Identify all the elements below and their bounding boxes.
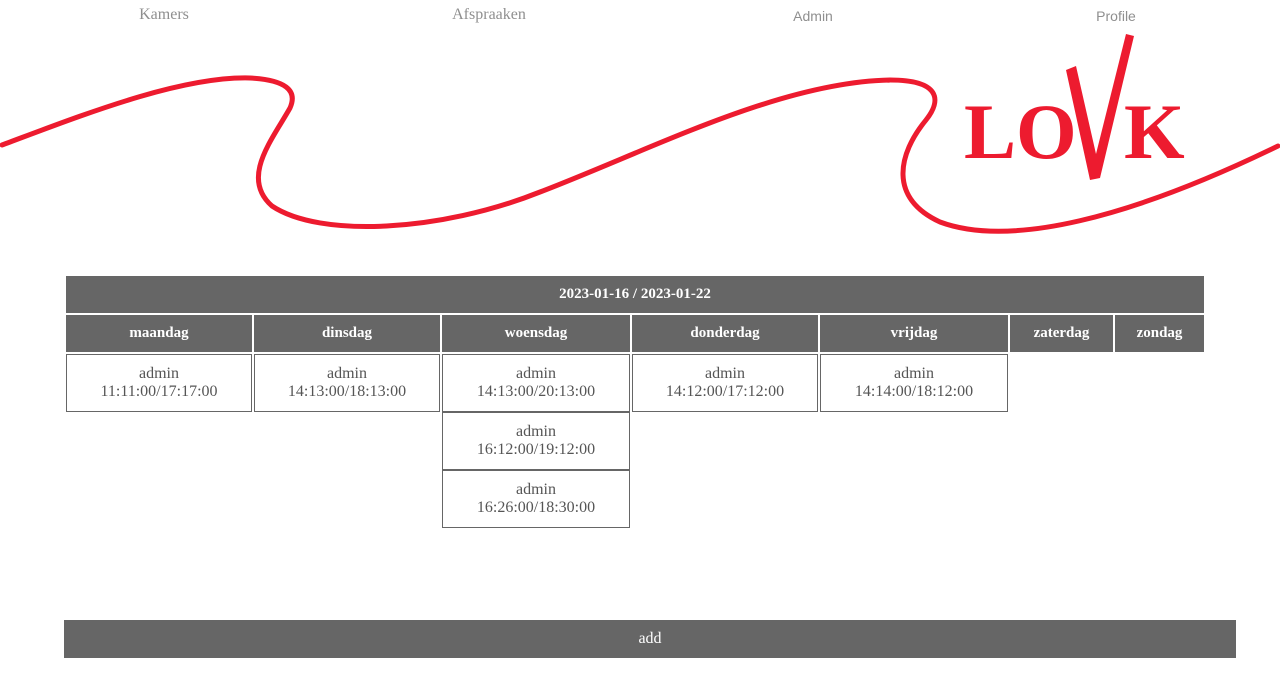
slot-time: 14:13:00/18:13:00 [287, 383, 407, 400]
day-header-woensdag: woensdag [442, 315, 630, 352]
logo-text-k: K [1124, 88, 1185, 175]
day-header-zondag: zondag [1115, 315, 1204, 352]
day-column-woensdag: admin 14:13:00/20:13:00 admin 16:12:00/1… [442, 354, 630, 528]
slot-time: 14:12:00/17:12:00 [665, 383, 785, 400]
day-column-vrijdag: admin 14:14:00/18:12:00 [820, 354, 1008, 528]
appointment-slot[interactable]: admin 14:14:00/18:12:00 [820, 354, 1008, 412]
day-column-zaterdag [1010, 354, 1113, 528]
appointment-slot[interactable]: admin 16:26:00/18:30:00 [442, 470, 630, 528]
day-column-donderdag: admin 14:12:00/17:12:00 [632, 354, 818, 528]
slot-time: 11:11:00/17:17:00 [100, 383, 218, 400]
day-column-dinsdag: admin 14:13:00/18:13:00 [254, 354, 440, 528]
day-header-zaterdag: zaterdag [1010, 315, 1113, 352]
slot-time: 16:12:00/19:12:00 [476, 441, 596, 458]
slot-user: admin [139, 365, 179, 382]
appointment-slot[interactable]: admin 16:12:00/19:12:00 [442, 412, 630, 470]
slot-user: admin [327, 365, 367, 382]
nav-link-profile[interactable]: Profile [1096, 8, 1136, 24]
appointment-slot[interactable]: admin 14:12:00/17:12:00 [632, 354, 818, 412]
appointment-slot[interactable]: admin 14:13:00/18:13:00 [254, 354, 440, 412]
appointment-slot[interactable]: admin 11:11:00/17:17:00 [66, 354, 252, 412]
slot-user: admin [516, 423, 556, 440]
day-header-donderdag: donderdag [632, 315, 818, 352]
slot-time: 14:13:00/20:13:00 [476, 383, 596, 400]
day-header-maandag: maandag [66, 315, 252, 352]
day-header-dinsdag: dinsdag [254, 315, 440, 352]
week-range-header: 2023-01-16 / 2023-01-22 [66, 276, 1204, 313]
day-header-row: maandag dinsdag woensdag donderdag vrijd… [66, 315, 1204, 352]
lovk-logo: LO K [964, 34, 1185, 180]
slot-time: 14:14:00/18:12:00 [854, 383, 974, 400]
schedule-body-row: admin 11:11:00/17:17:00 admin 14:13:00/1… [66, 354, 1204, 528]
nav-link-kamers[interactable]: Kamers [139, 6, 189, 24]
appointment-slot[interactable]: admin 14:13:00/20:13:00 [442, 354, 630, 412]
nav-link-admin[interactable]: Admin [793, 8, 833, 24]
day-header-vrijdag: vrijdag [820, 315, 1008, 352]
header-banner: LO K [0, 34, 1280, 234]
slot-user: admin [705, 365, 745, 382]
day-column-zondag [1115, 354, 1204, 528]
week-schedule-table: 2023-01-16 / 2023-01-22 maandag dinsdag … [64, 274, 1206, 530]
day-column-maandag: admin 11:11:00/17:17:00 [66, 354, 252, 528]
slot-user: admin [516, 481, 556, 498]
nav-link-afspraken[interactable]: Afspraaken [452, 6, 526, 24]
logo-text-lo: LO [964, 88, 1077, 175]
slot-user: admin [894, 365, 934, 382]
slot-user: admin [516, 365, 556, 382]
add-button[interactable]: add [64, 620, 1236, 658]
slot-time: 16:26:00/18:30:00 [476, 499, 596, 516]
